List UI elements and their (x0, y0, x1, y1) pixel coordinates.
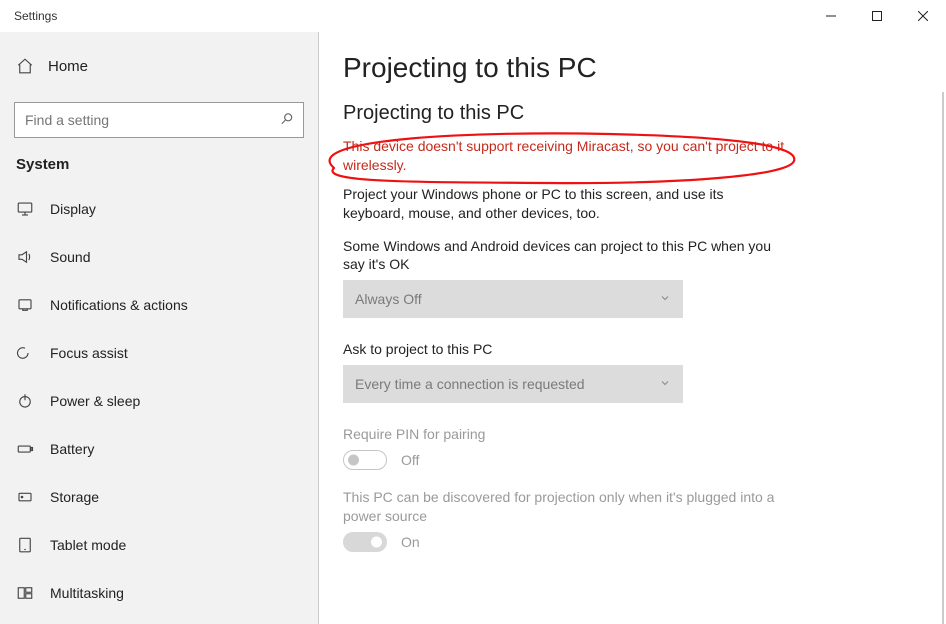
dropdown-value: Always Off (355, 291, 422, 307)
battery-icon (16, 440, 34, 458)
miracast-error-text: This device doesn't support receiving Mi… (343, 137, 803, 175)
chevron-down-icon (659, 291, 671, 307)
sidebar-item-label: Focus assist (50, 345, 128, 361)
sidebar-item-battery[interactable]: Battery (0, 427, 318, 471)
section-title: Projecting to this PC (343, 102, 922, 125)
pin-toggle[interactable] (343, 450, 387, 470)
sidebar-item-label: Notifications & actions (50, 297, 188, 313)
setting-label-pin: Require PIN for pairing (343, 425, 783, 444)
home-icon (16, 57, 34, 75)
sidebar-item-power-sleep[interactable]: Power & sleep (0, 379, 318, 423)
window-title: Settings (14, 9, 57, 23)
notifications-icon (16, 296, 34, 314)
availability-dropdown[interactable]: Always Off (343, 280, 683, 318)
sidebar-item-notifications[interactable]: Notifications & actions (0, 283, 318, 327)
page-title: Projecting to this PC (343, 52, 922, 84)
sidebar-item-label: Display (50, 201, 96, 217)
sidebar-item-display[interactable]: Display (0, 187, 318, 231)
description-text: Project your Windows phone or PC to this… (343, 185, 783, 223)
tablet-icon (16, 536, 34, 554)
sidebar-item-sound[interactable]: Sound (0, 235, 318, 279)
chevron-down-icon (659, 376, 671, 392)
sidebar-item-multitasking[interactable]: Multitasking (0, 571, 318, 615)
sidebar-item-tablet-mode[interactable]: Tablet mode (0, 523, 318, 567)
power-icon (16, 392, 34, 410)
sidebar-item-label: Battery (50, 441, 94, 457)
dropdown-value: Every time a connection is requested (355, 376, 585, 392)
search-input[interactable] (14, 102, 304, 138)
sidebar-item-label: Tablet mode (50, 537, 126, 553)
setting-label-discover: This PC can be discovered for projection… (343, 488, 783, 526)
multitasking-icon (16, 584, 34, 602)
sidebar-item-focus-assist[interactable]: Focus assist (0, 331, 318, 375)
scrollbar[interactable] (942, 92, 944, 624)
titlebar: Settings (0, 0, 946, 32)
display-icon (16, 200, 34, 218)
toggle-state-text: Off (401, 452, 419, 468)
ask-dropdown[interactable]: Every time a connection is requested (343, 365, 683, 403)
setting-label-availability: Some Windows and Android devices can pro… (343, 237, 783, 275)
home-nav[interactable]: Home (0, 42, 318, 90)
sidebar-item-label: Sound (50, 249, 90, 265)
sidebar-item-storage[interactable]: Storage (0, 475, 318, 519)
sidebar-item-label: Power & sleep (50, 393, 140, 409)
focus-assist-icon (16, 344, 34, 362)
setting-label-ask: Ask to project to this PC (343, 340, 783, 359)
discover-toggle[interactable] (343, 532, 387, 552)
minimize-button[interactable] (808, 0, 854, 32)
maximize-button[interactable] (854, 0, 900, 32)
sidebar-item-label: Multitasking (50, 585, 124, 601)
storage-icon (16, 488, 34, 506)
close-button[interactable] (900, 0, 946, 32)
toggle-state-text: On (401, 534, 420, 550)
category-title: System (0, 156, 318, 187)
home-label: Home (48, 58, 88, 75)
sidebar-item-label: Storage (50, 489, 99, 505)
content-area: Projecting to this PC Projecting to this… (319, 32, 946, 624)
sound-icon (16, 248, 34, 266)
sidebar: Home System Display Sound (0, 32, 318, 624)
